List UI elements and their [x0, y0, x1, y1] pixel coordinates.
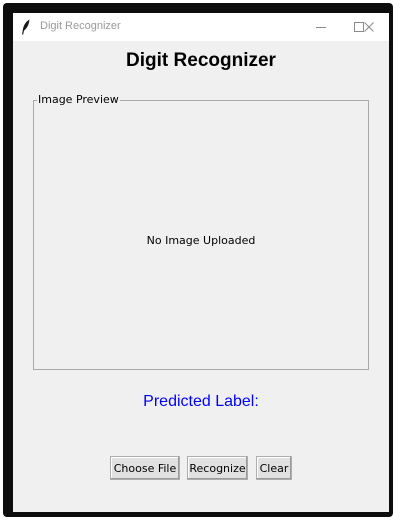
- app-window: Digit Recognizer Digit Recognizer Image …: [13, 13, 389, 512]
- feather-icon: [21, 19, 31, 35]
- choose-file-button[interactable]: Choose File: [110, 456, 180, 480]
- page-title: Digit Recognizer: [126, 50, 276, 71]
- window-frame: Digit Recognizer Digit Recognizer Image …: [3, 3, 393, 517]
- image-preview-label: Image Preview: [37, 93, 120, 107]
- title-bar[interactable]: Digit Recognizer: [13, 13, 389, 41]
- close-icon[interactable]: [349, 13, 389, 41]
- predicted-label: Predicted Label:: [143, 393, 259, 410]
- no-image-text: No Image Uploaded: [146, 234, 256, 247]
- recognize-button[interactable]: Recognize: [187, 456, 248, 480]
- window-title: Digit Recognizer: [40, 20, 121, 32]
- clear-button[interactable]: Clear: [256, 456, 292, 480]
- minimize-icon[interactable]: [301, 13, 341, 41]
- image-preview-frame: Image Preview No Image Uploaded: [33, 93, 369, 370]
